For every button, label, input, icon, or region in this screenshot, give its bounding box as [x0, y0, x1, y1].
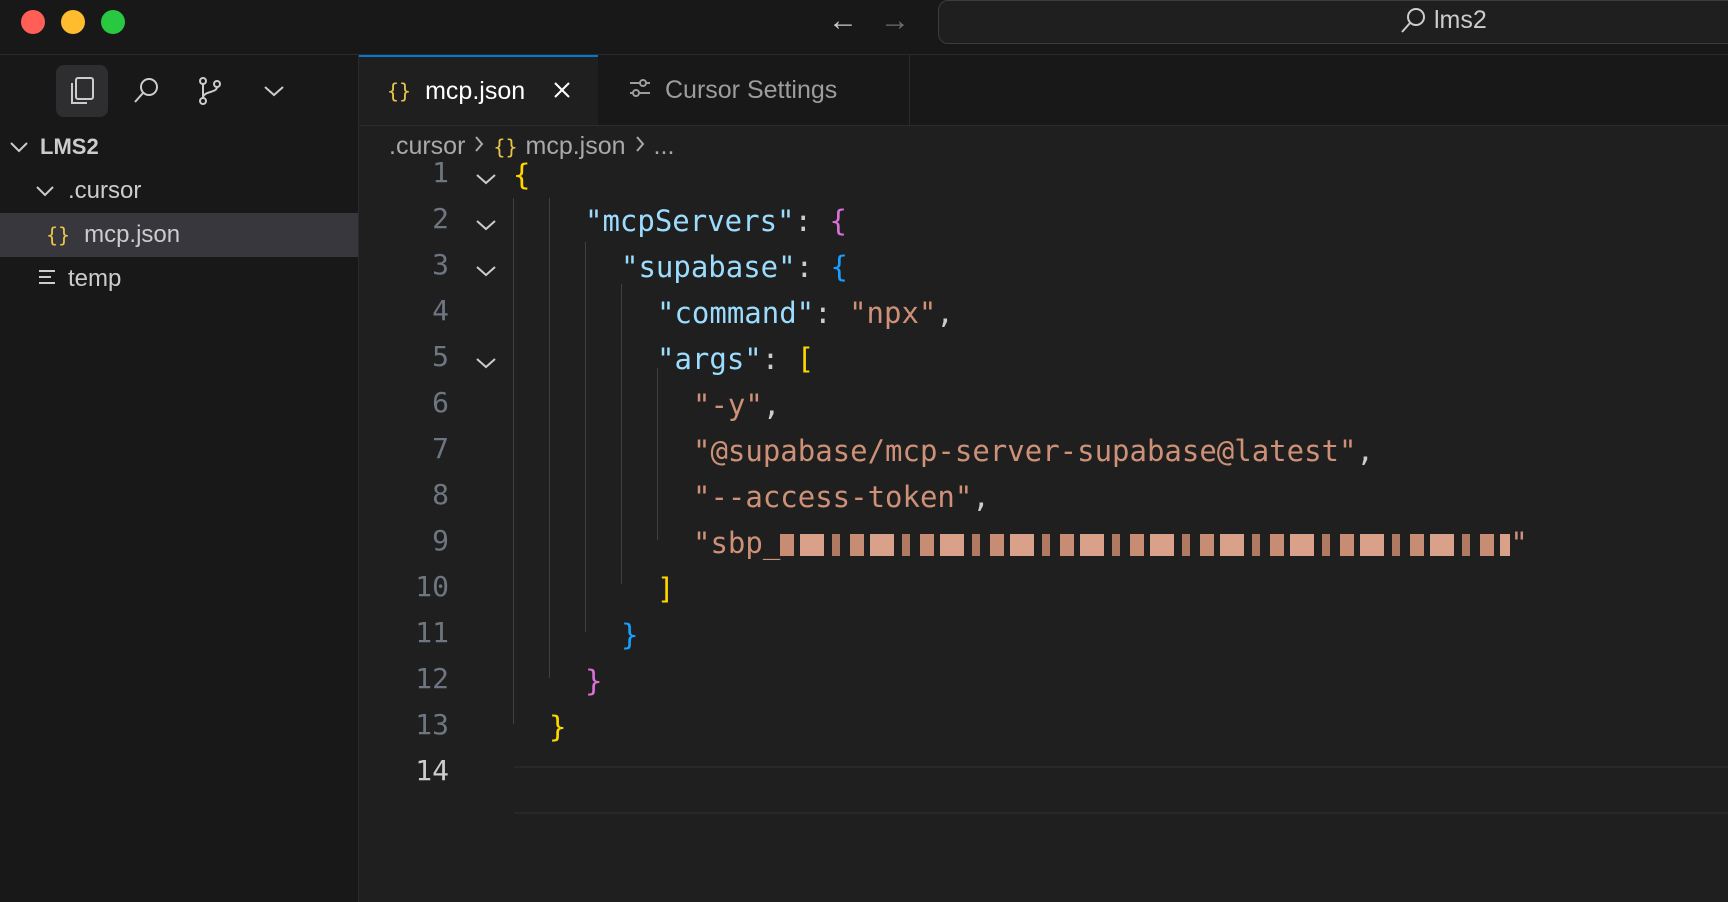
code-line: "args": [: [657, 342, 815, 376]
tab-label: Cursor Settings: [665, 75, 838, 104]
line-number: 8: [432, 478, 449, 511]
code-line: }: [549, 710, 567, 744]
line-number: 12: [415, 662, 449, 695]
line-number: 6: [432, 386, 449, 419]
tree-file-mcp-json[interactable]: {} mcp.json: [0, 213, 358, 257]
file-label: temp: [68, 265, 122, 292]
breadcrumb-symbol[interactable]: ...: [654, 132, 675, 161]
code-line: "mcpServers": {: [585, 204, 847, 238]
source-control-icon[interactable]: [184, 65, 236, 117]
indent-guide: [621, 284, 622, 584]
tab-bar: {} mcp.json Cursor Settings: [359, 55, 1728, 126]
code-line: }: [621, 618, 639, 652]
fold-chevron-icon[interactable]: [475, 264, 497, 283]
folder-label: .cursor: [68, 177, 142, 204]
back-arrow-icon[interactable]: ←: [828, 4, 858, 38]
line-number: 13: [415, 708, 449, 741]
code-line: "supabase": {: [621, 250, 848, 284]
close-icon[interactable]: [553, 77, 571, 106]
chevron-down-icon[interactable]: [248, 65, 300, 117]
json-file-icon: {}: [46, 223, 71, 247]
redacted-token-blur: [780, 534, 1511, 556]
explorer-sidebar: LMS2 .cursor {} mcp.json temp: [0, 55, 359, 902]
minimize-window-button[interactable]: [61, 10, 85, 34]
line-number: 5: [432, 340, 449, 373]
fold-chevron-icon[interactable]: [475, 172, 497, 191]
root-folder-label: LMS2: [40, 134, 99, 159]
command-center-search[interactable]: [938, 0, 1728, 44]
line-number-current: 14: [415, 754, 449, 787]
text-file-icon: [38, 265, 56, 293]
maximize-window-button[interactable]: [101, 10, 125, 34]
code-line: ]: [657, 572, 675, 606]
line-number: 3: [432, 248, 449, 281]
search-icon[interactable]: [120, 65, 172, 117]
tree-folder-cursor[interactable]: .cursor: [0, 169, 358, 213]
file-label: mcp.json: [84, 221, 181, 248]
chevron-right-icon: [473, 132, 485, 161]
line-number: 11: [415, 616, 449, 649]
indent-guide: [657, 368, 658, 540]
line-number: 1: [432, 156, 449, 189]
breadcrumb-file[interactable]: mcp.json: [526, 132, 626, 161]
code-line: "command": "npx",: [657, 296, 954, 330]
code-line: }: [585, 664, 603, 698]
line-number: 10: [415, 570, 449, 603]
indent-guide: [513, 198, 514, 724]
tree-file-temp[interactable]: temp: [0, 257, 358, 301]
line-number: 7: [432, 432, 449, 465]
command-center-label: lms2: [1434, 6, 1487, 34]
tab-cursor-settings[interactable]: Cursor Settings: [599, 55, 910, 125]
code-line: {: [513, 158, 531, 192]
tree-root-folder[interactable]: LMS2: [0, 125, 358, 169]
line-number: 2: [432, 202, 449, 235]
title-bar: ← → lms2: [0, 0, 1728, 55]
chevron-down-icon: [34, 177, 56, 205]
indent-guide: [549, 198, 550, 678]
chevron-down-icon: [8, 133, 30, 161]
code-editor[interactable]: .cursor {} mcp.json ... 1 2 3 4 5 6 7 8 …: [359, 126, 1728, 902]
indent-guide: [585, 242, 586, 632]
code-line: "@supabase/mcp-server-supabase@latest",: [693, 434, 1374, 468]
current-line-highlight: [514, 766, 1728, 814]
close-window-button[interactable]: [21, 10, 45, 34]
code-line: "--access-token",: [693, 480, 990, 514]
line-number: 4: [432, 294, 449, 327]
fold-chevron-icon[interactable]: [475, 218, 497, 237]
chevron-right-icon: [634, 132, 646, 161]
search-icon: [1398, 6, 1428, 41]
settings-sliders-icon: [629, 76, 651, 105]
code-line-redacted-token: "sbp_ ": [693, 526, 1528, 560]
braces-icon: {}: [387, 79, 412, 103]
code-line: "-y",: [693, 388, 781, 422]
explorer-icon[interactable]: [56, 65, 108, 117]
forward-arrow-icon[interactable]: →: [880, 4, 910, 38]
fold-chevron-icon[interactable]: [475, 356, 497, 375]
line-number: 9: [432, 524, 449, 557]
tab-label: mcp.json: [425, 76, 526, 105]
tab-mcp-json[interactable]: {} mcp.json: [359, 55, 598, 125]
